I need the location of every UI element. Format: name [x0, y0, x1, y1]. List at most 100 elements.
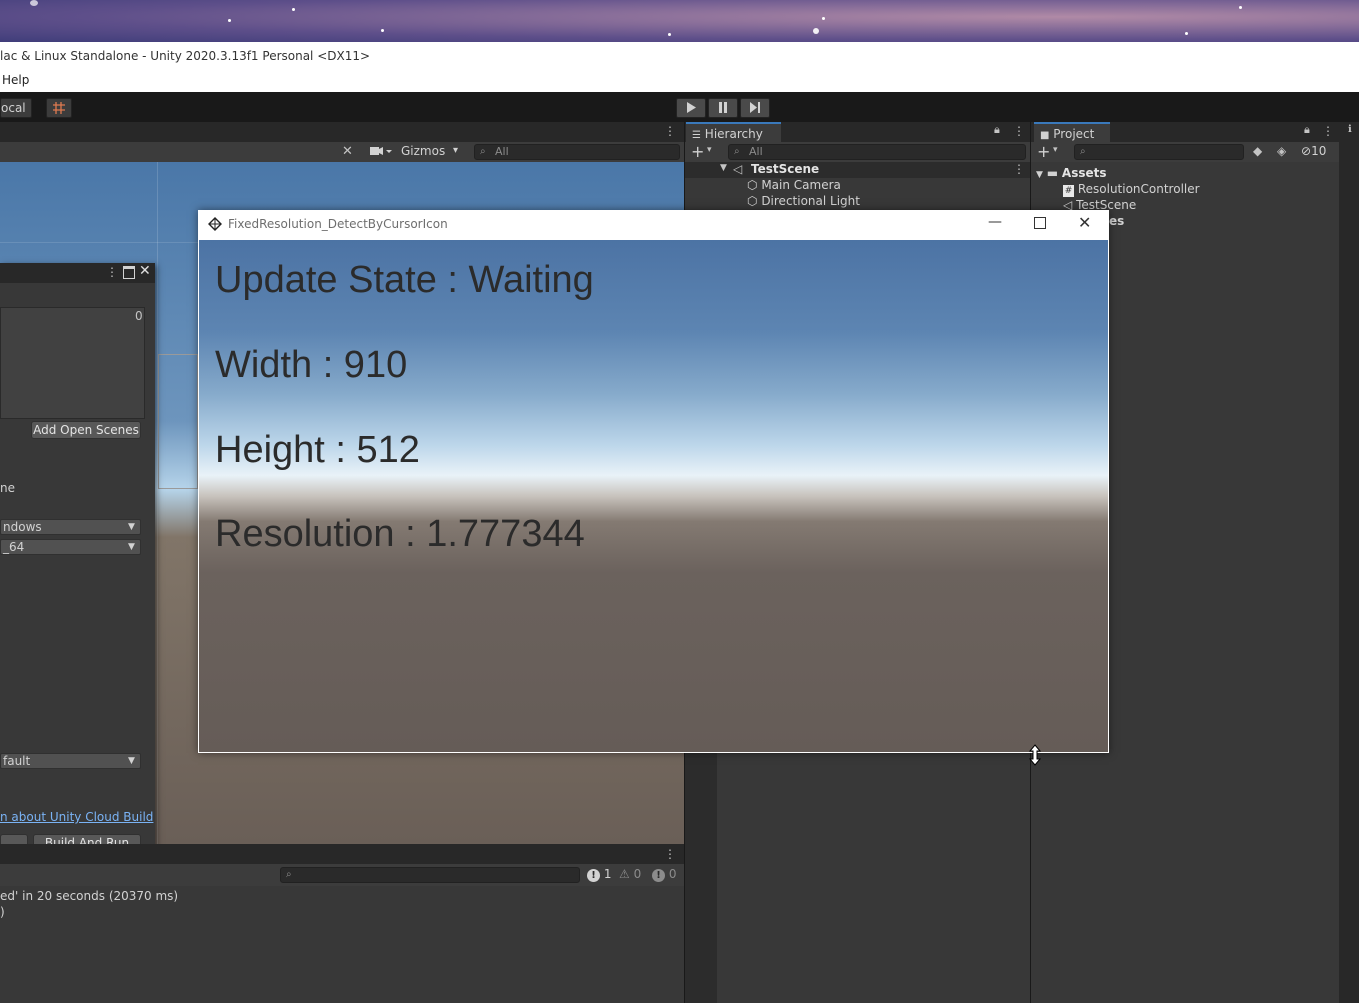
grid-snap-icon[interactable] — [46, 98, 72, 118]
hierarchy-tab-label: Hierarchy — [704, 127, 763, 141]
resize-cursor-icon — [1028, 744, 1042, 766]
scene-count: 0 — [135, 309, 143, 323]
maximize-button[interactable] — [1034, 217, 1046, 229]
pause-button[interactable] — [708, 98, 738, 118]
project-item-label: ResolutionController — [1077, 182, 1200, 196]
pivot-local-toggle[interactable]: ocal — [0, 98, 32, 118]
unity-scene-icon: ◁ — [733, 162, 743, 176]
game-window: FixedResolution_DetectByCursorIcon — ✕ U… — [198, 210, 1109, 753]
scene-search-input[interactable]: ⌕ All — [474, 144, 680, 160]
add-icon[interactable]: + — [691, 142, 704, 161]
step-button[interactable] — [740, 98, 770, 118]
warning-count[interactable]: ⚠ 0 — [619, 867, 641, 881]
expand-arrow-icon[interactable]: ▼ — [720, 163, 727, 173]
lock-icon[interactable]: 🔒︎ — [1304, 123, 1310, 137]
console-search-input[interactable]: ⌕ — [280, 867, 580, 883]
platform-label[interactable]: ne — [0, 481, 15, 495]
close-icon[interactable]: ✕ — [139, 263, 151, 279]
label-tag-icon[interactable]: ◈ — [1277, 144, 1286, 158]
scene-name: TestScene — [751, 162, 820, 176]
hierarchy-item-main-camera[interactable]: ⬡ Main Camera — [747, 178, 841, 192]
tab-project[interactable]: ■ Project — [1034, 122, 1110, 142]
project-tab-label: Project — [1053, 127, 1095, 141]
window-title: lac & Linux Standalone - Unity 2020.3.13… — [0, 49, 371, 63]
project-item-resolution-controller[interactable]: # ResolutionController — [1063, 182, 1200, 197]
scenes-in-build-list[interactable]: 0 — [0, 307, 145, 419]
chevron-down-icon: ▼ — [128, 756, 135, 766]
width-text: Width : 910 — [215, 344, 408, 386]
scene-row[interactable]: ▼ ◁ TestScene ⋮ — [685, 162, 1030, 178]
chevron-down-icon[interactable]: ▾ — [1053, 145, 1058, 155]
filter-by-type-icon[interactable]: ◆ — [1253, 144, 1262, 158]
build-settings-titlebar: ⋮ ✕ — [0, 263, 155, 283]
gizmos-dropdown[interactable]: Gizmos ▾ — [399, 144, 466, 161]
console-log-line[interactable]: ed' in 20 seconds (20370 ms) — [0, 889, 178, 903]
project-item-label: es — [1109, 214, 1125, 228]
console-log-area: ed' in 20 seconds (20370 ms) ) — [0, 886, 684, 1003]
info-count-value: 0 — [668, 867, 677, 881]
game-viewport[interactable]: Update State : Waiting Width : 910 Heigh… — [199, 240, 1108, 752]
tab-hierarchy[interactable]: ☰ Hierarchy — [686, 122, 781, 142]
kebab-menu-icon[interactable]: ⋮ — [1013, 124, 1025, 138]
tools-icon[interactable]: ✕ — [342, 144, 353, 159]
build-settings-window: ⋮ ✕ 0 Add Open Scenes ne ndows ▼ _64 ▼ f… — [0, 263, 155, 865]
kebab-menu-icon[interactable]: ⋮ — [1013, 162, 1025, 176]
gizmos-label: Gizmos — [401, 144, 446, 158]
project-item-scenes-folder[interactable]: es — [1109, 214, 1124, 228]
project-search-input[interactable]: ⌕ — [1074, 144, 1244, 160]
menu-help[interactable]: Help — [2, 73, 29, 87]
add-icon[interactable]: + — [1037, 142, 1050, 161]
hidden-count: 10 — [1311, 144, 1327, 158]
search-icon: ⌕ — [286, 869, 292, 880]
main-toolbar: ocal — [0, 92, 1359, 122]
kebab-menu-icon[interactable]: ⋮ — [106, 265, 118, 279]
console-toolbar: ⌕ ! 1 ⚠ 0 ! 0 — [0, 864, 684, 886]
project-folder-assets[interactable]: ▼ ▬ Assets — [1036, 166, 1107, 180]
camera-frame — [158, 354, 198, 489]
height-text: Height : 512 — [215, 429, 420, 471]
info-icon[interactable]: ℹ — [1348, 124, 1352, 135]
project-toolbar: + ▾ ⌕ ◆ ◈ ⊘10 — [1031, 142, 1339, 162]
hierarchy-search-input[interactable]: ⌕ All — [728, 144, 1026, 160]
compression-value: fault — [3, 754, 31, 768]
hidden-packages-toggle[interactable]: ⊘10 — [1301, 144, 1326, 158]
kebab-menu-icon[interactable]: ⋮ — [1322, 124, 1334, 138]
compression-dropdown[interactable]: fault ▼ — [0, 753, 141, 769]
editor-title-bar: lac & Linux Standalone - Unity 2020.3.13… — [0, 42, 1359, 92]
play-button[interactable] — [676, 98, 706, 118]
hierarchy-item-label: Main Camera — [761, 178, 841, 192]
close-button[interactable]: ✕ — [1078, 213, 1091, 232]
info-count[interactable]: ! 0 — [652, 867, 676, 882]
expand-arrow-icon[interactable]: ▼ — [1036, 170, 1043, 180]
maximize-icon[interactable] — [123, 266, 135, 279]
project-folder-label: Assets — [1061, 166, 1107, 180]
target-platform-value: ndows — [3, 520, 42, 534]
add-open-scenes-button[interactable]: Add Open Scenes — [31, 421, 141, 439]
target-platform-dropdown[interactable]: ndows ▼ — [0, 519, 141, 535]
gameobject-icon: ⬡ — [747, 194, 758, 208]
scene-tab-bar: ⋮ — [0, 122, 684, 142]
console-log-line[interactable]: ) — [0, 905, 5, 919]
search-icon: ⌕ — [1080, 146, 1086, 157]
chevron-down-icon[interactable]: ▾ — [707, 145, 712, 155]
info-icon: ! — [652, 869, 665, 882]
architecture-dropdown[interactable]: _64 ▼ — [0, 539, 141, 555]
minimize-button[interactable]: — — [988, 214, 1002, 230]
hierarchy-item-directional-light[interactable]: ⬡ Directional Light — [747, 194, 860, 208]
cloud-build-link[interactable]: n about Unity Cloud Build — [0, 810, 153, 824]
camera-icon[interactable] — [369, 144, 395, 159]
architecture-value: _64 — [3, 540, 25, 554]
kebab-menu-icon[interactable]: ⋮ — [664, 124, 676, 138]
console-panel: ⋮ ⌕ ! 1 ⚠ 0 ! 0 ed' in 20 seconds (20370… — [0, 844, 684, 1003]
error-count[interactable]: ! 1 — [587, 867, 611, 882]
lock-icon[interactable]: 🔒︎ — [994, 123, 1000, 137]
kebab-menu-icon[interactable]: ⋮ — [664, 847, 676, 861]
search-icon: ⌕ — [734, 146, 740, 157]
warning-count-value: 0 — [633, 867, 642, 881]
chevron-down-icon: ▼ — [128, 522, 135, 532]
scene-toolbar: ✕ Gizmos ▾ ⌕ All — [0, 142, 684, 162]
hierarchy-icon: ☰ — [692, 130, 701, 141]
update-state-text: Update State : Waiting — [215, 259, 594, 301]
folder-icon: ▬ — [1046, 166, 1059, 180]
error-icon: ! — [587, 869, 600, 882]
